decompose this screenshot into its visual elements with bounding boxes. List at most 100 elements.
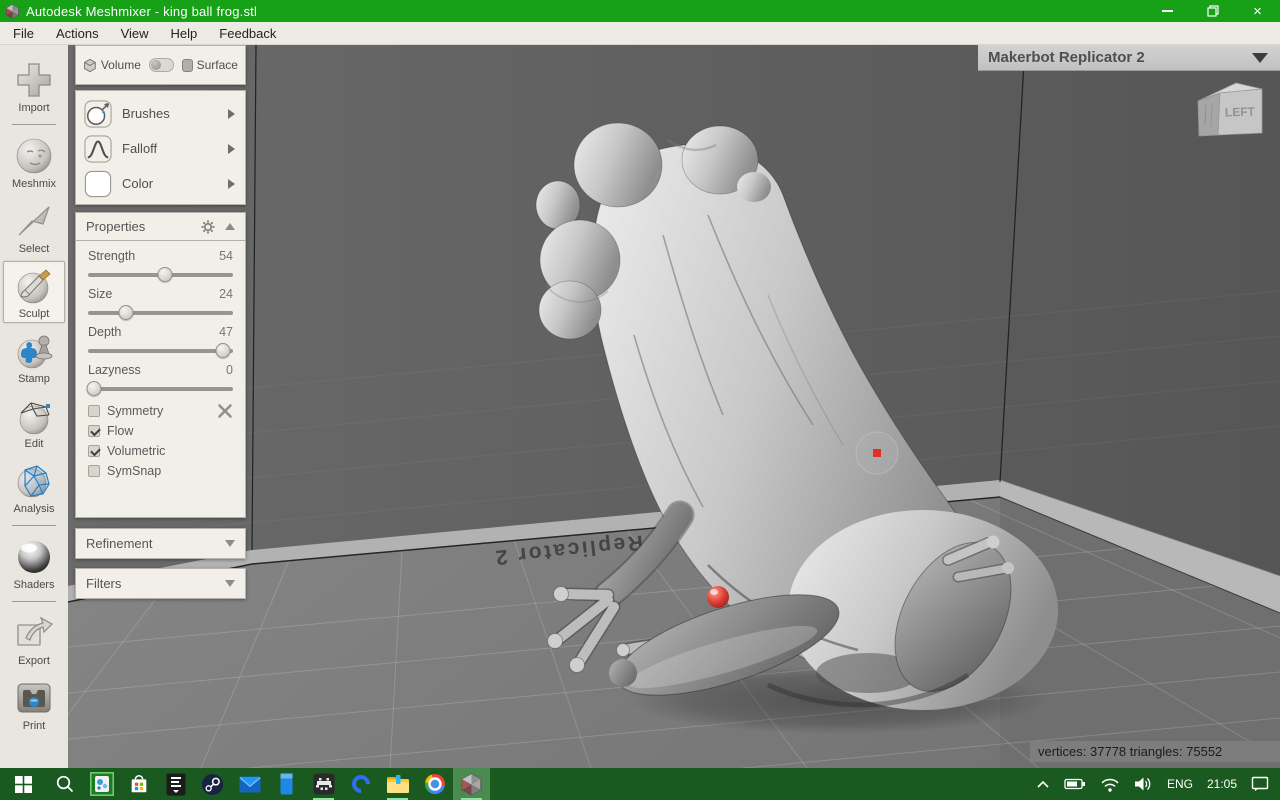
printer-selector[interactable]: Makerbot Replicator 2 [978, 45, 1280, 71]
strength-slider[interactable] [88, 267, 233, 282]
volume-surface-switch[interactable] [148, 58, 174, 72]
close-icon: × [1253, 2, 1262, 20]
depth-value: 47 [219, 325, 233, 339]
taskbar-space-invaders-game[interactable] [305, 768, 342, 800]
view-cube-face-label: LEFT [1225, 104, 1256, 119]
restore-button[interactable] [1190, 0, 1235, 22]
symsnap-checkbox-row[interactable]: SymSnap [88, 461, 233, 481]
toolbar-meshmix[interactable]: Meshmix [3, 131, 65, 193]
volumetric-checkbox-row[interactable]: Volumetric [88, 441, 233, 461]
menu-help[interactable]: Help [160, 22, 209, 45]
filters-panel[interactable]: Filters [75, 568, 246, 599]
taskbar-file-explorer[interactable] [379, 768, 416, 800]
chevron-up-icon [1037, 780, 1049, 788]
surface-label: Surface [196, 58, 238, 72]
clipchamp-icon [347, 771, 374, 797]
symmetry-tools-icon[interactable] [217, 403, 233, 419]
microsoft-store-icon [131, 775, 146, 793]
expand-arrow-icon[interactable] [225, 540, 235, 547]
tray-action-center[interactable] [1244, 768, 1276, 800]
volumetric-checkbox[interactable] [88, 445, 100, 457]
expand-arrow-icon[interactable] [225, 580, 235, 587]
title-bar: Autodesk Meshmixer - king ball frog.stl … [0, 0, 1280, 22]
lazyness-value: 0 [226, 363, 233, 377]
tray-clock[interactable]: 21:05 [1200, 768, 1244, 800]
depth-slider-group: Depth 47 [88, 325, 233, 358]
start-button[interactable] [0, 768, 46, 800]
menu-actions[interactable]: Actions [45, 22, 110, 45]
toolbar-select[interactable]: Select [3, 196, 65, 258]
toolbar-separator [12, 601, 56, 602]
slider-knob[interactable] [86, 381, 102, 396]
taskbar-paint-3d[interactable] [83, 768, 120, 800]
symmetry-checkbox-row[interactable]: Symmetry [88, 401, 233, 421]
volume-label: Volume [100, 58, 141, 72]
slider-knob[interactable] [118, 305, 134, 320]
toolbar-import[interactable]: Import [3, 55, 65, 117]
taskbar-epic-games[interactable] [157, 768, 194, 800]
toolbar-sculpt[interactable]: Sculpt [3, 261, 65, 323]
size-value: 24 [219, 287, 233, 301]
toolbar-stamp[interactable]: Stamp [3, 326, 65, 388]
menu-feedback[interactable]: Feedback [208, 22, 287, 45]
toolbar-shaders[interactable]: Shaders [3, 532, 65, 594]
size-slider[interactable] [88, 305, 233, 320]
pivot-red-sphere[interactable] [707, 586, 729, 608]
analysis-mesh-icon [17, 465, 50, 498]
symmetry-checkbox[interactable] [88, 405, 100, 417]
windows-taskbar: ENG 21:05 [0, 768, 1280, 800]
paint-3d-icon [89, 772, 114, 796]
steam-icon [201, 773, 224, 795]
lazyness-slider[interactable] [86, 381, 233, 396]
tray-language[interactable]: ENG [1160, 768, 1200, 800]
strength-slider-group: Strength 54 [88, 249, 233, 282]
slider-knob[interactable] [157, 267, 173, 282]
taskbar-chrome[interactable] [416, 768, 453, 800]
slider-knob[interactable] [215, 343, 231, 358]
menu-view[interactable]: View [110, 22, 160, 45]
taskbar-your-phone[interactable] [268, 768, 305, 800]
flow-checkbox-row[interactable]: Flow [88, 421, 233, 441]
speaker-icon [1134, 777, 1151, 791]
depth-slider[interactable] [88, 343, 233, 358]
toolbar-analysis[interactable]: Analysis [3, 456, 65, 518]
search-icon [56, 775, 73, 793]
taskbar-mail[interactable] [231, 768, 268, 800]
taskbar-clipchamp[interactable] [342, 768, 379, 800]
tray-chevron-up[interactable] [1029, 768, 1057, 800]
toolbar-edit[interactable]: Edit [3, 391, 65, 453]
color-row[interactable]: Color [84, 166, 237, 201]
toolbar-print[interactable]: Print [3, 673, 65, 735]
minimize-button[interactable] [1145, 0, 1190, 22]
refinement-panel[interactable]: Refinement [75, 528, 246, 559]
taskbar-steam[interactable] [194, 768, 231, 800]
phone-icon [280, 773, 293, 795]
taskbar-microsoft-store[interactable] [120, 768, 157, 800]
surface-square-icon [181, 58, 193, 72]
tray-battery[interactable] [1057, 768, 1093, 800]
falloff-row[interactable]: Falloff [84, 131, 237, 166]
dropdown-arrow-icon [1252, 52, 1268, 63]
close-button[interactable]: × [1235, 0, 1280, 22]
meshmixer-taskbar-icon [461, 773, 482, 795]
shaders-chrome-icon [18, 541, 50, 573]
flow-checkbox[interactable] [88, 425, 100, 437]
collapse-arrow-icon[interactable] [225, 223, 235, 230]
search-button[interactable] [46, 768, 83, 800]
brushes-row[interactable]: Brushes [84, 96, 237, 131]
menu-file[interactable]: File [2, 22, 45, 45]
file-explorer-icon [386, 775, 409, 793]
tray-speaker[interactable] [1127, 768, 1160, 800]
toolbar-export[interactable]: Export [3, 608, 65, 670]
taskbar-meshmixer[interactable] [453, 768, 490, 800]
expand-arrow-icon [228, 108, 235, 119]
gear-icon[interactable] [201, 220, 215, 234]
tray-wifi[interactable] [1093, 768, 1127, 800]
import-plus-icon [17, 63, 51, 97]
symsnap-checkbox[interactable] [88, 465, 100, 477]
export-arrow-icon [17, 616, 53, 646]
3d-viewport[interactable]: Makerbot Replicator 2 Makerbot Replicato… [68, 45, 1280, 768]
minimize-icon [1162, 10, 1173, 12]
sculpt-brush-icon [17, 269, 51, 304]
view-cube[interactable]: LEFT [1190, 75, 1268, 145]
